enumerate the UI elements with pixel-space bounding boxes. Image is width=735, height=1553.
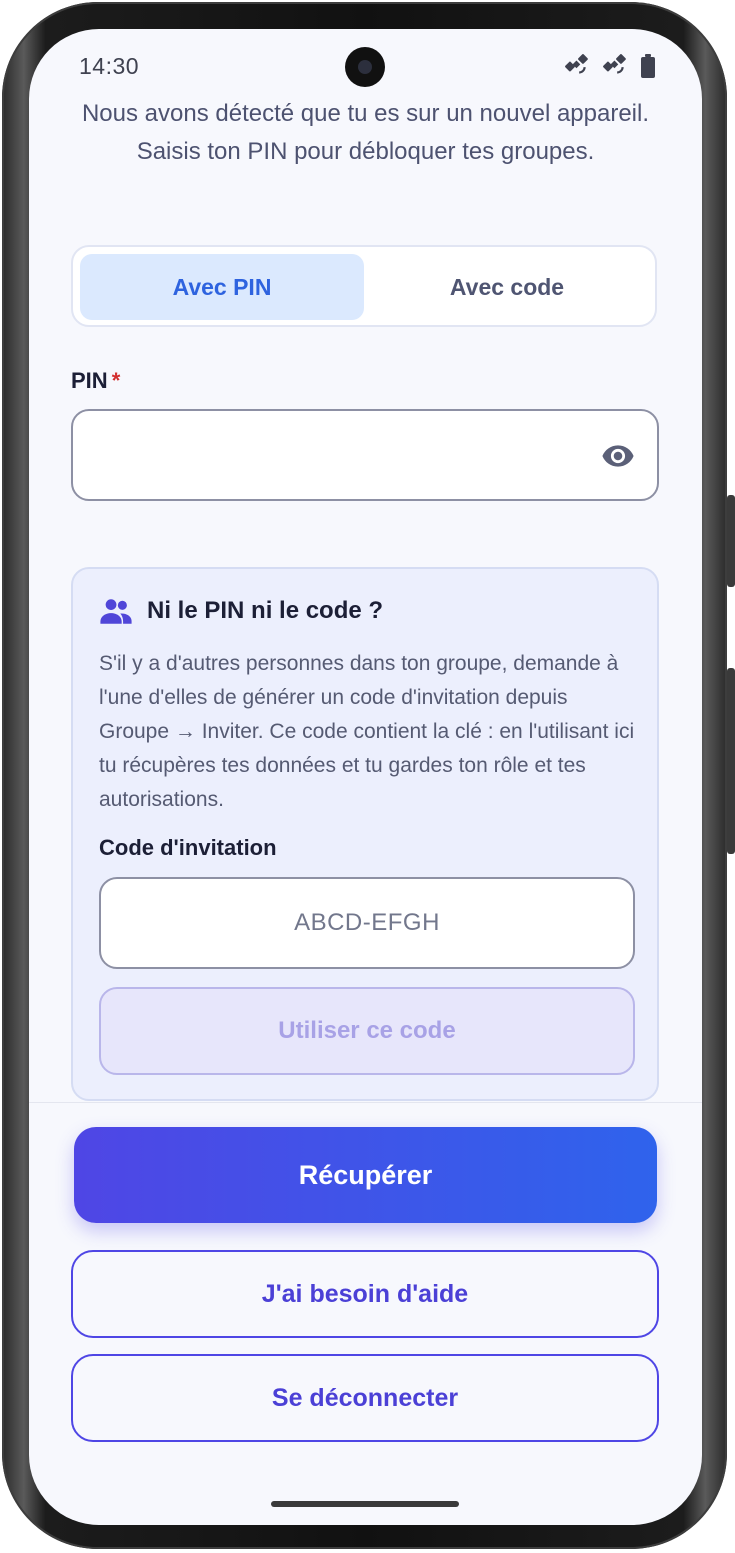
group-icon xyxy=(100,599,132,624)
help-card-title: Ni le PIN ni le code ? xyxy=(147,597,384,624)
help-card-header: Ni le PIN ni le code ? xyxy=(99,597,383,625)
status-icons xyxy=(564,53,656,79)
help-card: Ni le PIN ni le code ? S'il y a d'autres… xyxy=(71,567,659,1101)
invite-code-label: Code d'invitation xyxy=(99,835,277,860)
volume-button xyxy=(727,668,735,854)
pin-input[interactable] xyxy=(71,409,659,501)
required-marker: * xyxy=(111,368,121,393)
use-code-button[interactable]: Utiliser ce code xyxy=(99,987,635,1075)
power-button xyxy=(727,495,735,587)
invite-code-input[interactable] xyxy=(125,908,609,938)
pin-label-text: PIN xyxy=(71,368,108,393)
satellite-icon xyxy=(565,54,588,74)
bottom-divider xyxy=(29,1102,702,1103)
logout-button[interactable]: Se déconnecter xyxy=(71,1354,659,1442)
tab-avec-code[interactable]: Avec code xyxy=(365,254,649,320)
recover-button[interactable]: Récupérer xyxy=(74,1127,657,1223)
phone-device: 14:30 Nous avons détecté que tu es sur u… xyxy=(0,0,735,1553)
help-card-body: S'il y a d'autres personnes dans ton gro… xyxy=(99,652,635,811)
tab-avec-pin[interactable]: Avec PIN xyxy=(80,254,364,320)
pin-label: PIN * xyxy=(71,368,120,394)
front-camera xyxy=(345,47,385,87)
eye-icon[interactable] xyxy=(599,439,637,473)
satellite-icon xyxy=(603,54,626,74)
need-help-button[interactable]: J'ai besoin d'aide xyxy=(71,1250,659,1338)
battery-icon xyxy=(641,54,655,78)
status-time: 14:30 xyxy=(79,53,140,79)
method-tabs: Avec PIN Avec code xyxy=(71,245,657,327)
screen: 14:30 Nous avons détecté que tu es sur u… xyxy=(29,29,702,1525)
invite-code-field[interactable] xyxy=(99,877,635,969)
intro-text: Nous avons détecté que tu es sur un nouv… xyxy=(81,100,650,165)
home-indicator[interactable] xyxy=(271,1501,459,1507)
